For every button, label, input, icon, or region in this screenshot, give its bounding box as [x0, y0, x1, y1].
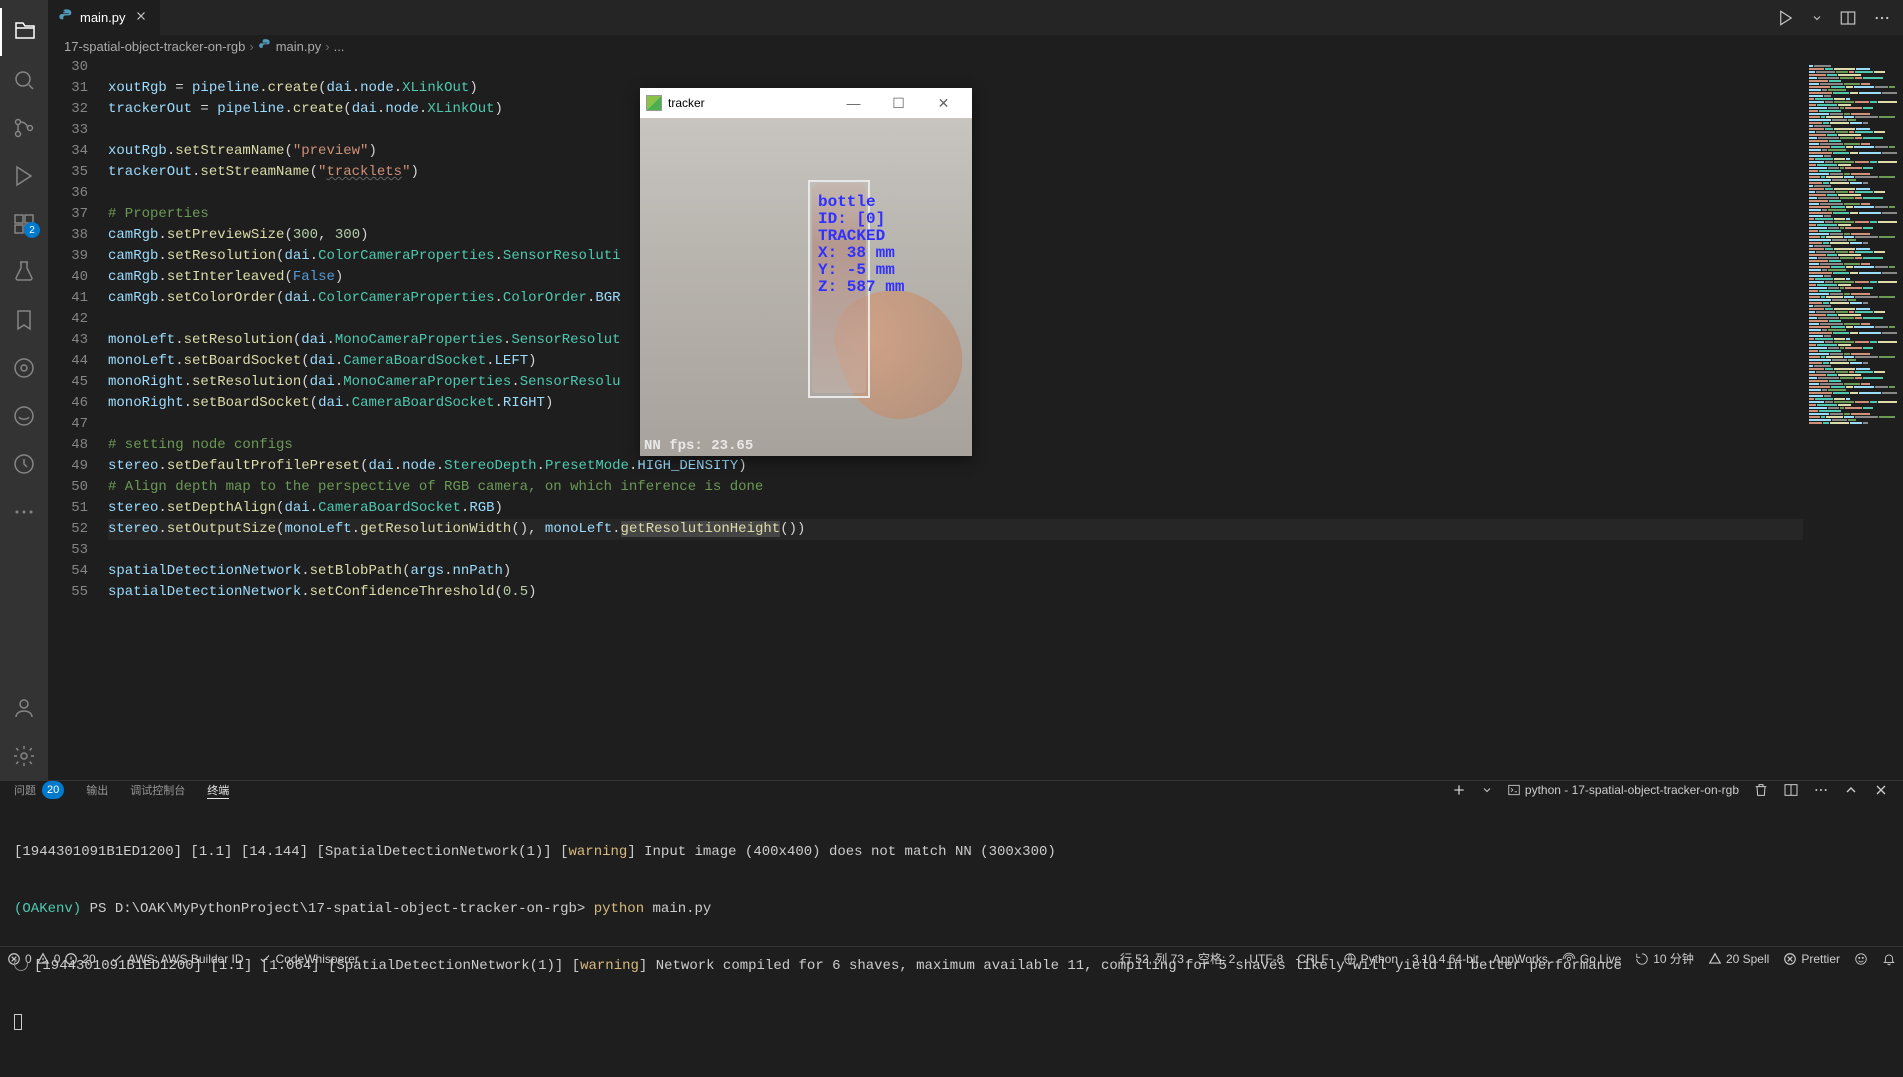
close-panel-icon[interactable]	[1873, 782, 1889, 798]
editor-area: main.py	[48, 0, 1903, 780]
opencv-icon	[646, 95, 662, 111]
tracker-image: bottle ID: [0] TRACKED X: 38 mm Y: -5 mm…	[640, 118, 972, 456]
problems-count: 20	[42, 781, 64, 799]
chevron-down-icon[interactable]	[1811, 12, 1823, 24]
testing-icon[interactable]	[0, 248, 48, 296]
gitlens-icon[interactable]	[0, 344, 48, 392]
maximize-icon[interactable]: ☐	[876, 89, 921, 117]
panel-tabs: 问题 20 输出 调试控制台 终端 python - 17-spatial-ob…	[0, 781, 1903, 799]
breadcrumbs[interactable]: 17-spatial-object-tracker-on-rgb › main.…	[48, 35, 1903, 57]
line-gutter: 3031323334353637383940414243444546474849…	[48, 57, 108, 780]
settings-icon[interactable]	[0, 732, 48, 780]
breadcrumb-symbol[interactable]: ...	[334, 39, 345, 54]
tabs-bar: main.py	[48, 0, 1903, 35]
close-icon[interactable]: ✕	[921, 89, 966, 117]
extensions-badge: 2	[24, 222, 40, 238]
aws-icon[interactable]	[0, 392, 48, 440]
python-file-icon	[258, 38, 272, 55]
panel: 问题 20 输出 调试控制台 终端 python - 17-spatial-ob…	[0, 780, 1903, 946]
tab-label: main.py	[80, 10, 126, 25]
run-icon[interactable]	[1777, 9, 1795, 27]
explorer-icon[interactable]	[0, 8, 48, 56]
chevron-right-icon: ›	[249, 39, 253, 54]
more-icon[interactable]	[0, 488, 48, 536]
run-debug-icon[interactable]	[0, 152, 48, 200]
minimap[interactable]	[1803, 57, 1903, 780]
close-icon[interactable]	[132, 7, 150, 28]
more-actions-icon[interactable]	[1873, 9, 1891, 27]
trash-icon[interactable]	[1753, 782, 1769, 798]
split-terminal-icon[interactable]	[1783, 782, 1799, 798]
source-control-icon[interactable]	[0, 104, 48, 152]
terminal-body[interactable]: [1944301091B1ED1200] [1.1] [14.144] [Spa…	[0, 799, 1903, 1077]
bookmark-icon[interactable]	[0, 296, 48, 344]
panel-tab-debug[interactable]: 调试控制台	[130, 781, 185, 799]
panel-tab-output[interactable]: 输出	[86, 781, 108, 799]
tracker-overlay-text: bottle ID: [0] TRACKED X: 38 mm Y: -5 mm…	[818, 194, 904, 296]
more-icon[interactable]	[1813, 782, 1829, 798]
spinner-icon	[14, 957, 28, 971]
chevron-up-icon[interactable]	[1843, 782, 1859, 798]
breadcrumb-folder[interactable]: 17-spatial-object-tracker-on-rgb	[64, 39, 245, 54]
terminal-shell-label[interactable]: python - 17-spatial-object-tracker-on-rg…	[1507, 783, 1739, 797]
breadcrumb-file[interactable]: main.py	[276, 39, 322, 54]
split-editor-icon[interactable]	[1839, 9, 1857, 27]
terminal-cursor	[14, 1014, 22, 1030]
activity-bar: 2	[0, 0, 48, 780]
chevron-down-icon[interactable]	[1481, 784, 1493, 796]
panel-tab-problems[interactable]: 问题 20	[14, 781, 64, 799]
search-icon[interactable]	[0, 56, 48, 104]
tracker-title-text: tracker	[668, 96, 705, 110]
history-icon[interactable]	[0, 440, 48, 488]
chevron-right-icon: ›	[325, 39, 329, 54]
new-terminal-icon[interactable]	[1451, 782, 1467, 798]
tracker-window[interactable]: tracker — ☐ ✕ bottle ID: [0] TRACKED X: …	[640, 88, 972, 456]
tracker-titlebar[interactable]: tracker — ☐ ✕	[640, 88, 972, 118]
extensions-icon[interactable]: 2	[0, 200, 48, 248]
account-icon[interactable]	[0, 684, 48, 732]
editor-body[interactable]: 3031323334353637383940414243444546474849…	[48, 57, 1903, 780]
minimize-icon[interactable]: —	[831, 89, 876, 117]
tracker-fps: NN fps: 23.65	[644, 438, 753, 454]
panel-tab-terminal[interactable]: 终端	[207, 781, 229, 799]
python-file-icon	[58, 8, 74, 27]
tab-main-py[interactable]: main.py	[48, 0, 161, 35]
